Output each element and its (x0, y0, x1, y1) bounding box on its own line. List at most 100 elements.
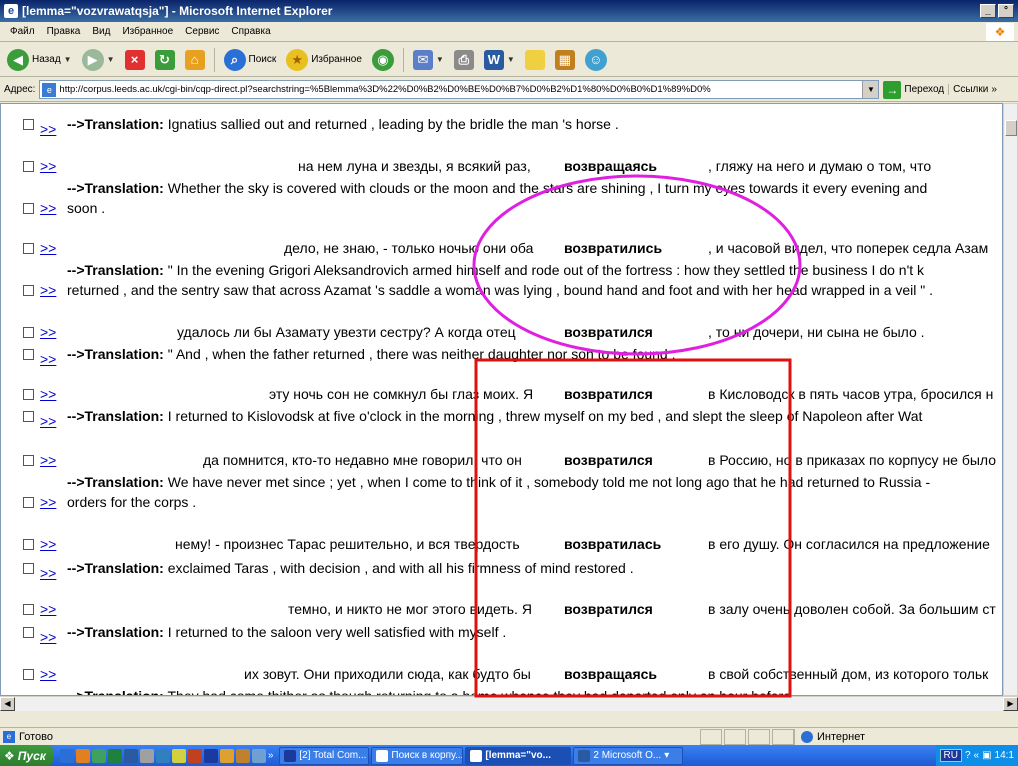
language-indicator[interactable]: RU (939, 749, 962, 762)
edit-dropdown-icon[interactable]: ▼ (507, 55, 515, 64)
taskbar-item-office[interactable]: 2 Microsoft O... ▾ (573, 746, 684, 765)
address-dropdown-icon[interactable]: ▼ (862, 81, 879, 98)
result-checkbox[interactable] (23, 327, 34, 338)
result-checkbox[interactable] (23, 627, 34, 638)
chevron-right-icon[interactable]: » (991, 84, 997, 95)
research-button[interactable]: ▦ (552, 48, 578, 72)
translation-prefix: -->Translation: (67, 688, 164, 696)
result-checkbox[interactable] (23, 563, 34, 574)
word-quicklaunch-icon[interactable] (123, 748, 138, 763)
taskbar-item-search[interactable]: Поиск в корпу... (371, 746, 464, 765)
horizontal-scrollbar[interactable]: ◀ ▶ (0, 696, 1018, 711)
keyword-match: возвратился (564, 386, 653, 402)
refresh-button[interactable]: ↻ (152, 48, 178, 72)
network-icon[interactable]: ▣ (982, 750, 991, 761)
result-link[interactable]: >> (40, 281, 56, 299)
links-toolbar[interactable]: Ссылки » (948, 84, 997, 95)
clock[interactable]: 14:1 (995, 750, 1014, 761)
discuss-button[interactable] (522, 48, 548, 72)
search-button[interactable]: ⌕ Поиск (221, 47, 280, 73)
result-link[interactable]: >> (40, 239, 56, 257)
result-link[interactable]: >> (40, 350, 56, 368)
vertical-scrollbar[interactable] (1003, 103, 1018, 696)
result-link[interactable]: >> (40, 628, 56, 646)
media-button[interactable]: ◉ (369, 47, 397, 73)
result-checkbox[interactable] (23, 243, 34, 254)
desktop-quicklaunch-icon[interactable] (91, 748, 106, 763)
back-button[interactable]: ◀ Назад ▼ (4, 47, 75, 73)
app-quicklaunch-icon[interactable] (219, 748, 234, 763)
result-link[interactable]: >> (40, 199, 56, 217)
address-input[interactable]: e http://corpus.leeds.ac.uk/cgi-bin/cqp-… (39, 80, 880, 99)
result-checkbox[interactable] (23, 455, 34, 466)
forward-dropdown-icon[interactable]: ▼ (107, 55, 115, 64)
favorites-button[interactable]: ★ Избранное (283, 47, 365, 73)
page-icon: e (42, 82, 57, 97)
app-quicklaunch-icon[interactable] (235, 748, 250, 763)
print-button[interactable]: ⎙ (451, 48, 477, 72)
excel-quicklaunch-icon[interactable] (107, 748, 122, 763)
result-link[interactable]: >> (40, 120, 56, 138)
result-checkbox[interactable] (23, 669, 34, 680)
mail-button[interactable]: ✉ ▼ (410, 48, 447, 72)
translation-continuation: soon . (67, 200, 106, 216)
result-checkbox[interactable] (23, 604, 34, 615)
edit-button[interactable]: W ▼ (481, 48, 518, 72)
result-link[interactable]: >> (40, 564, 56, 582)
firefox-quicklaunch-icon[interactable] (75, 748, 90, 763)
save-quicklaunch-icon[interactable] (203, 748, 218, 763)
menu-help[interactable]: Справка (225, 26, 276, 37)
taskbar-item-lemma[interactable]: [lemma="vo... (465, 746, 572, 765)
minimize-button[interactable]: _ (980, 4, 996, 18)
go-button[interactable]: → Переход (883, 80, 944, 99)
app-quicklaunch-icon[interactable] (251, 748, 266, 763)
result-link[interactable]: >> (40, 600, 56, 618)
result-checkbox[interactable] (23, 411, 34, 422)
app-quicklaunch-icon[interactable] (155, 748, 170, 763)
scroll-left-icon[interactable]: ◀ (0, 697, 15, 711)
result-checkbox[interactable] (23, 119, 34, 130)
result-link[interactable]: >> (40, 412, 56, 430)
quicklaunch-more-icon[interactable]: » (268, 750, 274, 761)
menu-tools[interactable]: Сервис (179, 26, 225, 37)
security-zone: Интернет (794, 728, 865, 745)
tray-expand-icon[interactable]: « (974, 750, 980, 761)
result-link[interactable]: >> (40, 493, 56, 511)
result-checkbox[interactable] (23, 349, 34, 360)
taskbar: ❖ Пуск » [2] Total Com... Поиск в корпу.… (0, 745, 1018, 766)
scrollbar-thumb[interactable] (1005, 120, 1017, 136)
menu-edit[interactable]: Правка (41, 26, 87, 37)
result-link[interactable]: >> (40, 157, 56, 175)
menu-view[interactable]: Вид (86, 26, 116, 37)
menu-favorites[interactable]: Избранное (116, 26, 179, 37)
mail-dropdown-icon[interactable]: ▼ (436, 55, 444, 64)
maximize-button[interactable]: ° (998, 4, 1014, 18)
result-checkbox[interactable] (23, 539, 34, 550)
result-checkbox[interactable] (23, 285, 34, 296)
result-checkbox[interactable] (23, 161, 34, 172)
app-quicklaunch-icon[interactable] (171, 748, 186, 763)
result-link[interactable]: >> (40, 451, 56, 469)
back-dropdown-icon[interactable]: ▼ (64, 55, 72, 64)
result-link[interactable]: >> (40, 665, 56, 683)
result-link[interactable]: >> (40, 535, 56, 553)
taskbar-item-total-commander[interactable]: [2] Total Com... (279, 746, 370, 765)
result-checkbox[interactable] (23, 497, 34, 508)
ie-quicklaunch-icon[interactable] (59, 748, 74, 763)
app-quicklaunch-icon[interactable] (187, 748, 202, 763)
scroll-right-icon[interactable]: ▶ (1003, 697, 1018, 711)
result-link[interactable]: >> (40, 323, 56, 341)
result-link[interactable]: >> (40, 385, 56, 403)
result-checkbox[interactable] (23, 203, 34, 214)
forward-button[interactable]: ▶ ▼ (79, 47, 118, 73)
home-button[interactable]: ⌂ (182, 48, 208, 72)
ie-task-icon (376, 749, 389, 762)
app-quicklaunch-icon[interactable] (139, 748, 154, 763)
messenger-button[interactable]: ☺ (582, 47, 610, 73)
result-checkbox[interactable] (23, 389, 34, 400)
stop-button[interactable]: × (122, 48, 148, 72)
help-icon[interactable]: ? (965, 750, 971, 761)
menu-file[interactable]: Файл (4, 26, 41, 37)
start-button[interactable]: ❖ Пуск (0, 745, 54, 766)
address-url[interactable]: http://corpus.leeds.ac.uk/cgi-bin/cqp-di… (59, 84, 862, 95)
